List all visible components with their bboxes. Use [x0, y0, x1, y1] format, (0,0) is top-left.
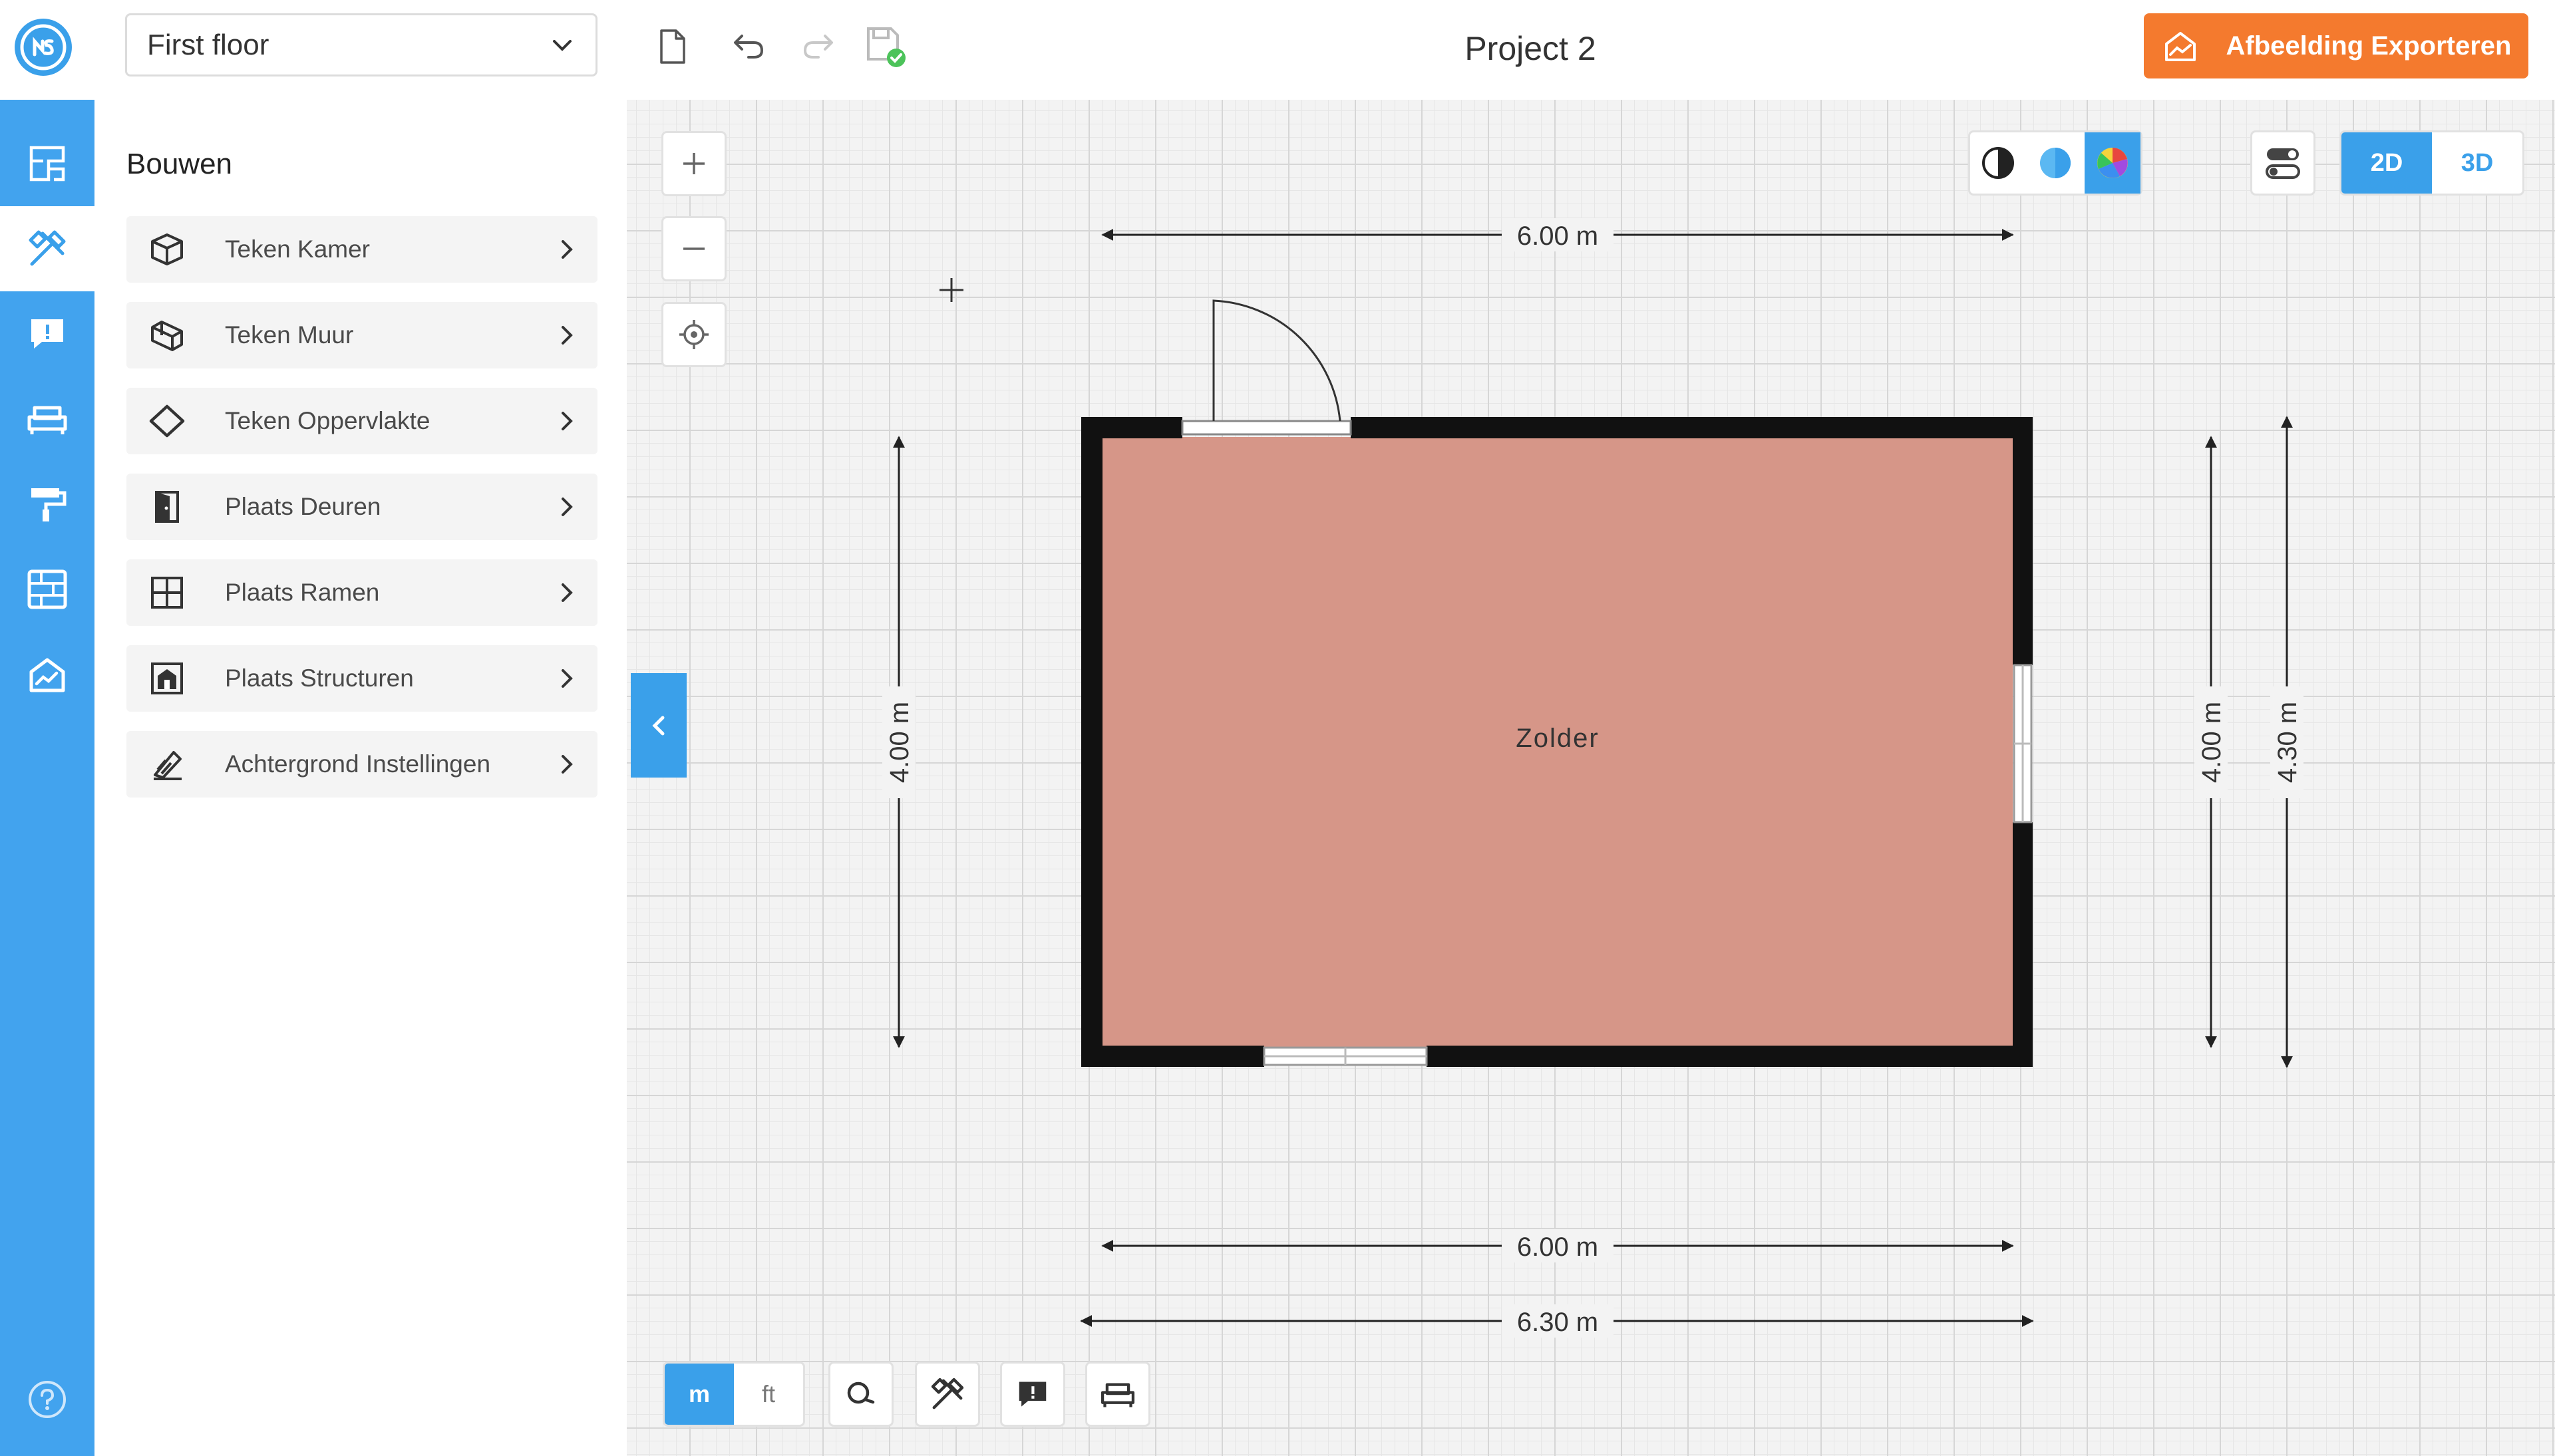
rail-item-floorplan[interactable] [0, 121, 94, 206]
window-icon [144, 569, 190, 616]
export-button-label: Afbeelding Exporteren [2226, 31, 2512, 61]
unit-feet-button[interactable]: ft [734, 1364, 803, 1425]
redo-icon [804, 35, 833, 59]
chevron-right-icon [562, 412, 573, 430]
redo-button[interactable] [792, 20, 845, 73]
unit-meters-button[interactable]: m [665, 1364, 734, 1425]
undo-button[interactable] [722, 20, 775, 73]
dimension-label-right-outer: 4.30 m [2273, 702, 2302, 783]
window-right[interactable] [2013, 664, 2033, 823]
structure-icon [144, 655, 190, 702]
furniture-button[interactable] [1085, 1362, 1150, 1427]
export-image-button[interactable]: Afbeelding Exporteren [2144, 13, 2528, 78]
build-tools-button[interactable] [915, 1362, 980, 1427]
menu-item-label: Teken Oppervlakte [225, 407, 430, 434]
search-button[interactable] [828, 1362, 894, 1427]
materials-icon [27, 569, 67, 609]
menu-item-plaats-ramen[interactable]: Plaats Ramen [126, 559, 597, 626]
menu-item-label: Teken Muur [225, 321, 354, 349]
door[interactable] [1181, 299, 1352, 436]
new-file-icon [660, 29, 685, 64]
door-icon [144, 484, 190, 530]
help-icon [29, 1381, 66, 1418]
menu-item-teken-muur[interactable]: Teken Muur [126, 302, 597, 368]
export-icon [2164, 32, 2196, 61]
chevron-right-icon [562, 498, 573, 516]
furniture-icon [27, 406, 67, 434]
new-file-button[interactable] [645, 20, 699, 73]
floor-select[interactable]: First floor [125, 13, 597, 76]
chevron-right-icon [562, 240, 573, 259]
undo-icon [734, 35, 763, 59]
unit-toggle: m ft [663, 1362, 805, 1427]
save-button[interactable] [858, 20, 912, 73]
menu-item-plaats-deuren[interactable]: Plaats Deuren [126, 474, 597, 540]
menu-item-label: Achtergrond Instellingen [225, 750, 491, 778]
chevron-right-icon [562, 583, 573, 602]
comments-icon [31, 319, 63, 349]
cube-icon [144, 226, 190, 273]
menu-item-achtergrond-instellingen[interactable]: Achtergrond Instellingen [126, 731, 597, 798]
rail-item-export[interactable] [0, 632, 94, 717]
chevron-down-icon [553, 39, 572, 51]
logo-icon [20, 24, 67, 71]
dimension-label-right-inner: 4.00 m [2197, 702, 2226, 783]
comment-button[interactable] [1000, 1362, 1065, 1427]
menu-item-label: Plaats Structuren [225, 664, 414, 692]
rail-item-materials[interactable] [0, 547, 94, 632]
menu-item-label: Plaats Deuren [225, 493, 381, 520]
dimension-label-bottom-inner: 6.00 m [1517, 1233, 1598, 1262]
panel-title: Bouwen [126, 148, 233, 180]
dimension-label-top: 6.00 m [1517, 221, 1598, 251]
app-logo[interactable] [15, 19, 72, 76]
save-check-icon [867, 27, 906, 67]
chevron-right-icon [562, 669, 573, 688]
floorplan-icon [29, 146, 65, 182]
furniture-icon [1101, 1383, 1135, 1407]
menu-item-teken-kamer[interactable]: Teken Kamer [126, 216, 597, 283]
rail-item-build[interactable] [0, 206, 94, 291]
rail-item-comments[interactable] [0, 291, 94, 376]
floorplan-drawing: Zolder 6.00 m 6.00 m 6.30 m 4.00 m 4.00 … [882, 218, 2303, 1338]
cursor-crosshair [939, 278, 963, 302]
paint-roller-icon [31, 488, 67, 521]
wall-icon [144, 312, 190, 359]
comments-icon [1019, 1382, 1047, 1407]
search-icon [847, 1382, 875, 1404]
build-tools-icon [29, 230, 66, 266]
background-settings-icon [144, 741, 190, 788]
menu-item-teken-oppervlakte[interactable]: Teken Oppervlakte [126, 388, 597, 454]
rail-item-furniture[interactable] [0, 376, 94, 462]
room-label: Zolder [1516, 724, 1599, 753]
menu-item-label: Plaats Ramen [225, 579, 380, 606]
floor-select-value: First floor [147, 28, 269, 61]
chevron-right-icon [562, 326, 573, 345]
rail-item-paint[interactable] [0, 462, 94, 547]
window-bottom[interactable] [1263, 1046, 1428, 1066]
chevron-right-icon [562, 755, 573, 774]
dimension-label-bottom-outer: 6.30 m [1517, 1308, 1598, 1337]
rail-item-help[interactable] [0, 1357, 94, 1442]
menu-item-label: Teken Kamer [225, 235, 370, 263]
menu-item-plaats-structuren[interactable]: Plaats Structuren [126, 645, 597, 712]
build-tools-icon [931, 1378, 964, 1409]
diamond-surface-icon [144, 398, 190, 444]
dimension-label-left: 4.00 m [885, 702, 914, 783]
project-title[interactable]: Project 2 [1264, 19, 1796, 78]
export-icon [29, 658, 65, 692]
